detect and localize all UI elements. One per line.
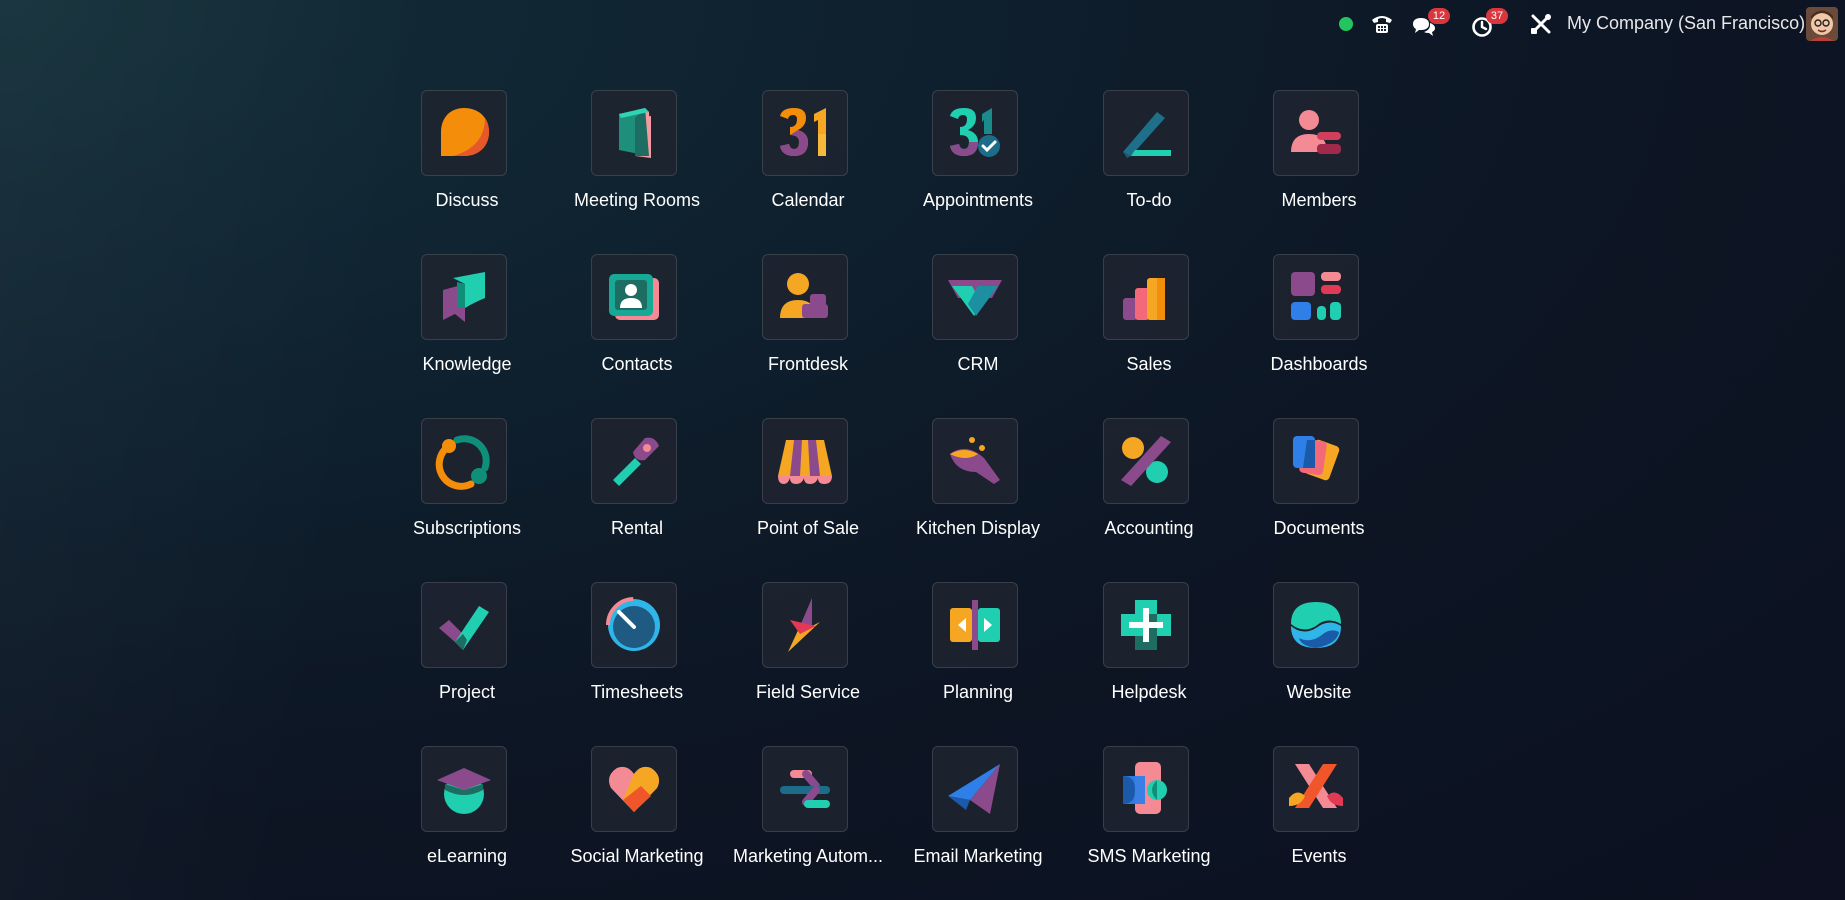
- app-field-service[interactable]: Field Service: [723, 582, 893, 722]
- email-marketing-icon: [932, 746, 1018, 832]
- tools-icon[interactable]: [1528, 9, 1554, 39]
- app-label: Contacts: [601, 354, 673, 374]
- field-service-icon: [762, 582, 848, 668]
- app-label: Subscriptions: [412, 518, 522, 538]
- app-to-do[interactable]: To-do: [1064, 90, 1234, 230]
- app-sms-marketing[interactable]: SMS Marketing: [1064, 746, 1234, 886]
- app-marketing-automation[interactable]: Marketing Autom...: [723, 746, 893, 886]
- project-icon: [421, 582, 507, 668]
- app-timesheets[interactable]: Timesheets: [552, 582, 722, 722]
- contacts-icon: [591, 254, 677, 340]
- app-label: Discuss: [435, 190, 499, 210]
- status-dot-icon[interactable]: [1336, 9, 1356, 39]
- app-calendar[interactable]: Calendar: [723, 90, 893, 230]
- app-events[interactable]: Events: [1234, 746, 1404, 886]
- dashboards-icon: [1273, 254, 1359, 340]
- app-label: Website: [1286, 682, 1352, 702]
- events-icon: [1273, 746, 1359, 832]
- app-label: eLearning: [426, 846, 508, 866]
- user-avatar[interactable]: [1806, 7, 1838, 41]
- discuss-icon: [421, 90, 507, 176]
- calendar-icon: [762, 90, 848, 176]
- app-contacts[interactable]: Contacts: [552, 254, 722, 394]
- planning-icon: [932, 582, 1018, 668]
- app-planning[interactable]: Planning: [893, 582, 1063, 722]
- phone-icon[interactable]: [1368, 9, 1396, 39]
- app-label: Helpdesk: [1111, 682, 1187, 702]
- chat-icon[interactable]: 12: [1410, 8, 1454, 39]
- app-project[interactable]: Project: [382, 582, 552, 722]
- app-label: CRM: [957, 354, 999, 374]
- app-frontdesk[interactable]: Frontdesk: [723, 254, 893, 394]
- point-of-sale-icon: [762, 418, 848, 504]
- app-accounting[interactable]: Accounting: [1064, 418, 1234, 558]
- app-point-of-sale[interactable]: Point of Sale: [723, 418, 893, 558]
- website-icon: [1273, 582, 1359, 668]
- app-label: Point of Sale: [756, 518, 860, 538]
- members-icon: [1273, 90, 1359, 176]
- knowledge-icon: [421, 254, 507, 340]
- app-label: Frontdesk: [767, 354, 849, 374]
- appointments-icon: [932, 90, 1018, 176]
- app-elearning[interactable]: eLearning: [382, 746, 552, 886]
- app-sales[interactable]: Sales: [1064, 254, 1234, 394]
- frontdesk-icon: [762, 254, 848, 340]
- kitchen-display-icon: [932, 418, 1018, 504]
- app-crm[interactable]: CRM: [893, 254, 1063, 394]
- app-label: Rental: [610, 518, 664, 538]
- app-label: Documents: [1273, 518, 1365, 538]
- todo-icon: [1103, 90, 1189, 176]
- app-label: Project: [438, 682, 496, 702]
- app-label: Sales: [1126, 354, 1172, 374]
- app-label: Knowledge: [422, 354, 512, 374]
- helpdesk-icon: [1103, 582, 1189, 668]
- subscriptions-icon: [421, 418, 507, 504]
- app-social-marketing[interactable]: Social Marketing: [552, 746, 722, 886]
- app-rental[interactable]: Rental: [552, 418, 722, 558]
- sms-marketing-icon: [1103, 746, 1189, 832]
- accounting-icon: [1103, 418, 1189, 504]
- documents-icon: [1273, 418, 1359, 504]
- app-label: SMS Marketing: [1087, 846, 1211, 866]
- app-label: Dashboards: [1270, 354, 1368, 374]
- activities-badge: 37: [1486, 8, 1508, 24]
- app-label: Marketing Autom...: [732, 846, 884, 866]
- rental-icon: [591, 418, 677, 504]
- app-label: Events: [1291, 846, 1347, 866]
- app-label: Email Marketing: [913, 846, 1043, 866]
- clock-icon[interactable]: 37: [1468, 8, 1512, 39]
- app-knowledge[interactable]: Knowledge: [382, 254, 552, 394]
- app-label: Appointments: [922, 190, 1034, 210]
- elearning-icon: [421, 746, 507, 832]
- app-label: Meeting Rooms: [573, 190, 701, 210]
- company-switcher[interactable]: My Company (San Francisco): [1567, 13, 1805, 34]
- messages-badge: 12: [1428, 8, 1450, 24]
- app-documents[interactable]: Documents: [1234, 418, 1404, 558]
- app-website[interactable]: Website: [1234, 582, 1404, 722]
- meeting-rooms-icon: [591, 90, 677, 176]
- app-meeting-rooms[interactable]: Meeting Rooms: [552, 90, 722, 230]
- app-label: Members: [1281, 190, 1357, 210]
- app-email-marketing[interactable]: Email Marketing: [893, 746, 1063, 886]
- app-appointments[interactable]: Appointments: [893, 90, 1063, 230]
- crm-icon: [932, 254, 1018, 340]
- timesheets-icon: [591, 582, 677, 668]
- sales-icon: [1103, 254, 1189, 340]
- app-label: Field Service: [755, 682, 861, 702]
- app-label: Timesheets: [590, 682, 684, 702]
- app-dashboards[interactable]: Dashboards: [1234, 254, 1404, 394]
- social-marketing-icon: [591, 746, 677, 832]
- app-label: To-do: [1126, 190, 1172, 210]
- app-discuss[interactable]: Discuss: [382, 90, 552, 230]
- app-helpdesk[interactable]: Helpdesk: [1064, 582, 1234, 722]
- app-members[interactable]: Members: [1234, 90, 1404, 230]
- app-label: Accounting: [1104, 518, 1194, 538]
- app-subscriptions[interactable]: Subscriptions: [382, 418, 552, 558]
- app-kitchen-display[interactable]: Kitchen Display: [893, 418, 1063, 558]
- app-label: Kitchen Display: [915, 518, 1041, 538]
- marketing-automation-icon: [762, 746, 848, 832]
- app-label: Planning: [942, 682, 1014, 702]
- app-label: Social Marketing: [570, 846, 704, 866]
- app-label: Calendar: [771, 190, 845, 210]
